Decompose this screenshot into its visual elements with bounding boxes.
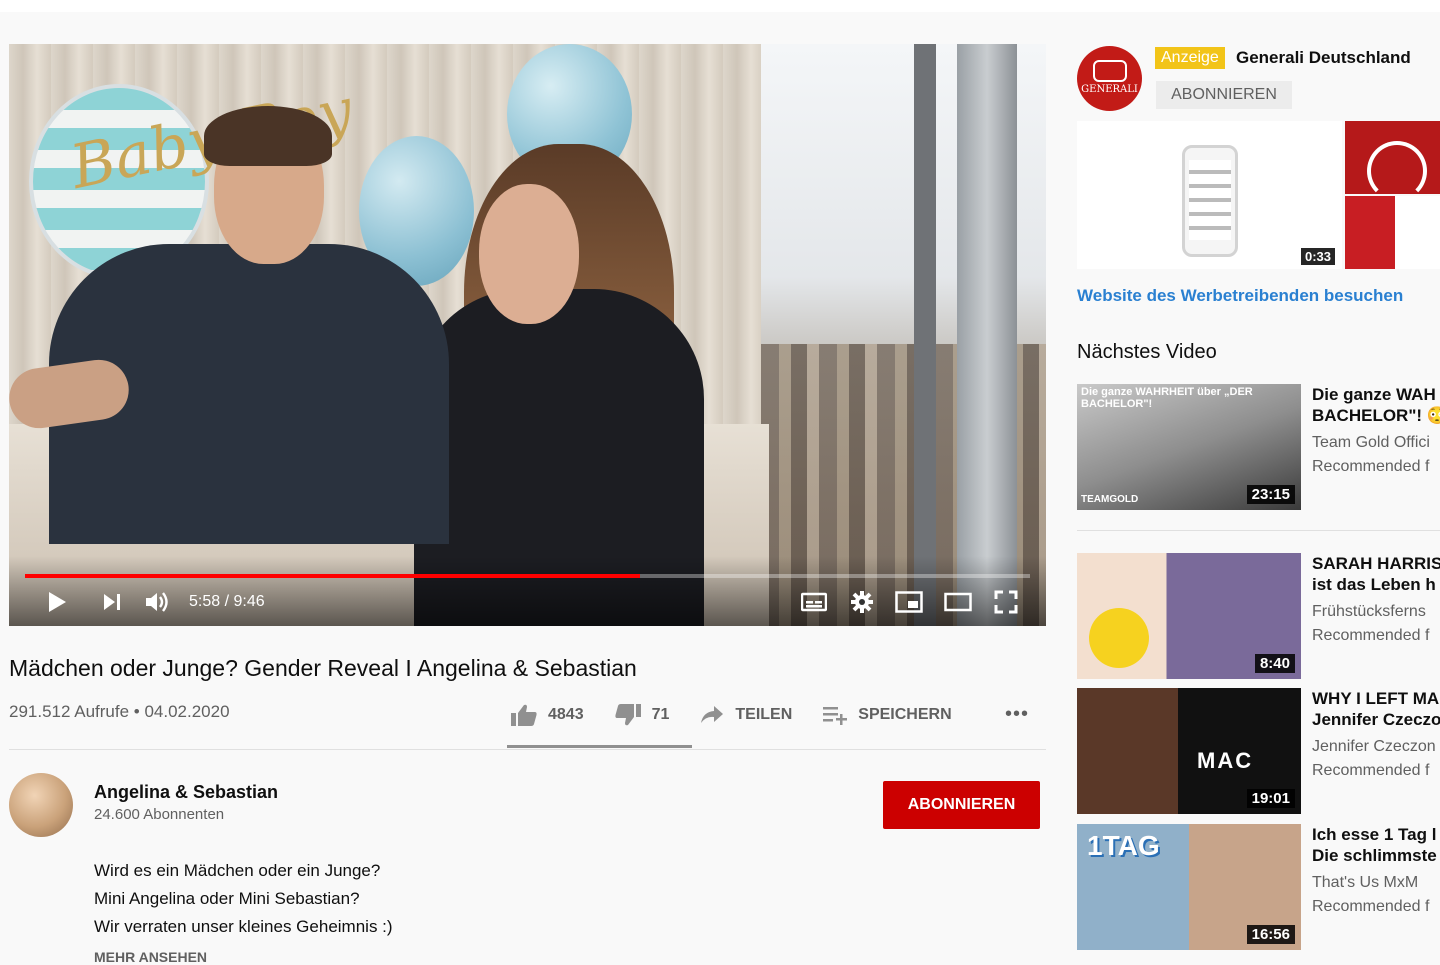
recommended-video[interactable]: 8:40 SARAH HARRIS ist das Leben h Frühst…	[1077, 553, 1440, 679]
progress-played	[25, 574, 641, 578]
thumbs-down-icon	[614, 704, 641, 726]
recommended-video[interactable]: 1TAG 16:56 Ich esse 1 Tag l Die schlimms…	[1077, 824, 1440, 950]
video-channel[interactable]: Jennifer Czeczon	[1312, 738, 1436, 756]
like-button[interactable]: 4843	[510, 703, 584, 727]
time-current: 5:58	[189, 593, 221, 610]
fullscreen-icon	[994, 590, 1018, 614]
channel-subscriber-count: 24.600 Abonnenten	[94, 806, 225, 823]
next-button[interactable]	[99, 590, 125, 614]
recommended-video[interactable]: Die ganze WAHRHEIT über „DER BACHELOR"! …	[1077, 384, 1440, 510]
video-channel[interactable]: Team Gold Offici	[1312, 434, 1430, 452]
video-actions: 4843 71 TEILEN SPEICHERN	[510, 700, 982, 730]
settings-button[interactable]	[849, 590, 875, 614]
save-label: SPEICHERN	[858, 706, 952, 723]
video-duration: 19:01	[1246, 789, 1295, 808]
up-next-heading: Nächstes Video	[1077, 341, 1217, 363]
lion-icon	[1093, 60, 1127, 82]
volume-icon	[146, 592, 168, 612]
playlist-add-icon	[823, 707, 848, 725]
description-line: Wird es ein Mädchen oder ein Junge?	[94, 861, 381, 880]
divider	[9, 749, 1046, 750]
play-button[interactable]	[45, 590, 69, 614]
thumbnail-brand: TEAMGOLD	[1081, 494, 1139, 505]
miniplayer-icon	[895, 591, 923, 613]
ad-image-tile[interactable]	[1345, 121, 1440, 201]
fullscreen-button[interactable]	[993, 590, 1019, 614]
video-title[interactable]: WHY I LEFT MA Jennifer Czeczo	[1312, 688, 1440, 730]
top-bar	[0, 0, 1440, 12]
video-thumbnail[interactable]: 1TAG 16:56	[1077, 824, 1301, 950]
video-title[interactable]: Die ganze WAH BACHELOR"! 😳	[1312, 384, 1440, 426]
video-meta: Recommended f	[1312, 898, 1430, 915]
subtitles-icon	[801, 592, 827, 612]
video-duration: 16:56	[1246, 925, 1295, 944]
save-button[interactable]: SPEICHERN	[822, 704, 952, 726]
video-player[interactable]: Baby Boy 5:58 / 9:46	[9, 44, 1046, 626]
show-more-button[interactable]: MEHR ANSEHEN	[94, 949, 207, 965]
ad-badge: Anzeige	[1155, 47, 1225, 69]
video-title[interactable]: SARAH HARRIS ist das Leben h	[1312, 553, 1440, 595]
video-meta: Recommended f	[1312, 627, 1430, 644]
more-actions-icon[interactable]: •••	[1005, 703, 1029, 726]
description-line: Mini Angelina oder Mini Sebastian?	[94, 889, 360, 908]
video-duration: 23:15	[1246, 485, 1295, 504]
video-frame: Baby Boy	[9, 44, 1046, 626]
advertiser-logo[interactable]: GENERALI	[1077, 46, 1142, 111]
dislike-count: 71	[651, 706, 670, 723]
video-views-date: 291.512 Aufrufe • 04.02.2020	[9, 702, 230, 721]
video-channel[interactable]: That's Us MxM	[1312, 874, 1418, 892]
description-line: Wir verraten unser kleines Geheimnis :)	[94, 917, 393, 936]
video-meta: Recommended f	[1312, 762, 1430, 779]
time-display: 5:58 / 9:46	[189, 593, 265, 610]
share-label: TEILEN	[735, 706, 793, 723]
theater-icon	[944, 592, 972, 612]
ad-subscribe-button[interactable]: ABONNIEREN	[1156, 81, 1292, 109]
subscribe-button[interactable]: ABONNIEREN	[883, 781, 1040, 829]
like-ratio-bar	[507, 745, 692, 748]
video-duration: 8:40	[1254, 654, 1295, 673]
video-thumbnail[interactable]: 8:40	[1077, 553, 1301, 679]
play-icon	[49, 592, 66, 612]
ad-image-tile[interactable]	[1345, 196, 1440, 269]
progress-bar[interactable]	[25, 574, 1030, 578]
video-meta: Recommended f	[1312, 458, 1430, 475]
video-thumbnail[interactable]: MAC 19:01	[1077, 688, 1301, 814]
recommended-video[interactable]: MAC 19:01 WHY I LEFT MA Jennifer Czeczo …	[1077, 688, 1440, 814]
share-icon	[701, 706, 724, 723]
advertiser-logo-text: GENERALI	[1081, 84, 1138, 95]
channel-name[interactable]: Angelina & Sebastian	[94, 782, 278, 803]
thumbs-up-icon	[511, 704, 537, 726]
miniplayer-button[interactable]	[895, 590, 923, 614]
video-title: Mädchen oder Junge? Gender Reveal I Ange…	[9, 655, 637, 681]
sun-icon	[1089, 608, 1149, 668]
like-count: 4843	[548, 706, 584, 723]
divider	[1077, 530, 1440, 531]
dislike-button[interactable]: 71	[614, 703, 670, 727]
video-thumbnail[interactable]: Die ganze WAHRHEIT über „DER BACHELOR"! …	[1077, 384, 1301, 510]
volume-button[interactable]	[143, 590, 173, 614]
thumbnail-caption: Die ganze WAHRHEIT über „DER BACHELOR"!	[1081, 386, 1253, 410]
thumbnail-caption: MAC	[1197, 748, 1254, 773]
phone-icon	[1182, 145, 1238, 257]
video-title[interactable]: Ich esse 1 Tag l Die schlimmste	[1312, 824, 1440, 866]
video-description: Wird es ein Mädchen oder ein Junge? Mini…	[94, 857, 393, 941]
time-total: 9:46	[233, 593, 265, 610]
advertiser-name[interactable]: Generali Deutschland	[1236, 47, 1411, 69]
subtitles-button[interactable]	[801, 590, 827, 614]
theater-mode-button[interactable]	[943, 590, 973, 614]
gear-icon	[851, 591, 873, 613]
skip-next-icon	[104, 594, 120, 610]
ad-video-duration: 0:33	[1301, 248, 1336, 265]
share-button[interactable]: TEILEN	[699, 704, 792, 726]
video-channel[interactable]: Frühstücksferns	[1312, 603, 1426, 621]
thumbnail-caption: 1TAG	[1087, 830, 1160, 861]
channel-avatar[interactable]	[9, 773, 73, 837]
advertiser-website-link[interactable]: Website des Werbetreibenden besuchen	[1077, 286, 1403, 306]
